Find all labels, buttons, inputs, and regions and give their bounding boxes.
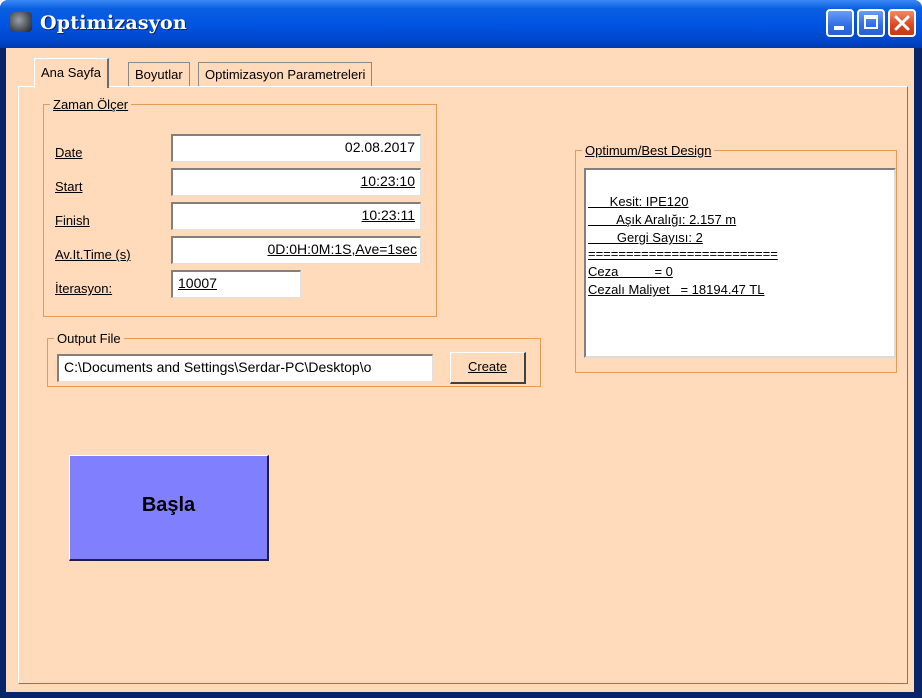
tab-optimizasyon-parametreleri[interactable]: Optimizasyon Parametreleri: [198, 62, 373, 86]
finish-value: 10:23:11: [361, 207, 415, 223]
start-label: Start: [55, 179, 83, 194]
finish-label: Finish: [55, 213, 90, 228]
maximize-icon: [864, 15, 878, 29]
result-line-kesit: Kesit: IPE120: [588, 194, 689, 209]
finish-field[interactable]: 10:23:11: [171, 202, 421, 230]
date-label: Date: [55, 145, 83, 160]
result-line-ceza: Ceza = 0: [588, 264, 673, 279]
result-line-cezali-maliyet: Cezalı Maliyet = 18194.47 TL: [588, 282, 765, 297]
minimize-button[interactable]: [826, 9, 854, 37]
tab-ana-sayfa[interactable]: Ana Sayfa: [34, 58, 109, 88]
result-line-gergi-sayisi: Gergi Sayısı: 2: [588, 230, 703, 245]
av-it-time-value: 0D:0H:0M:1S,Ave=1sec: [267, 241, 417, 257]
maximize-button[interactable]: [857, 9, 885, 37]
minimize-icon: [834, 26, 844, 30]
start-field[interactable]: 10:23:10: [171, 168, 421, 196]
optimum-best-design-group: Optimum/Best Design Kesit: IPE120 Aşık A…: [575, 143, 897, 373]
av-it-time-field[interactable]: 0D:0H:0M:1S,Ave=1sec: [171, 236, 421, 264]
optimum-legend: Optimum/Best Design: [585, 143, 712, 158]
basla-label: Başla: [141, 494, 196, 516]
output-path-field[interactable]: C:\Documents and Settings\Serdar-PC\Desk…: [57, 354, 433, 382]
title-bar[interactable]: Optimizasyon: [0, 0, 922, 48]
client-area: Ana Sayfa Boyutlar Optimizasyon Parametr…: [6, 48, 914, 692]
main-window: Optimizasyon Ana Sayfa Boyutlar Optimiza…: [0, 0, 922, 698]
date-field[interactable]: 02.08.2017: [171, 134, 421, 162]
iterasyon-label: İterasyon:: [55, 281, 113, 296]
result-line-separator: =========================: [588, 246, 778, 261]
output-file-legend: Output File: [57, 331, 121, 346]
tab-panel: Zaman Ölçer Date 02.08.2017 Start 10:23:…: [18, 86, 908, 684]
zaman-olcer-group: Zaman Ölçer Date 02.08.2017 Start 10:23:…: [43, 97, 437, 317]
tab-boyutlar[interactable]: Boyutlar: [128, 62, 190, 86]
iterasyon-value: 10007: [178, 275, 217, 291]
create-button[interactable]: Create: [450, 352, 526, 384]
start-value: 10:23:10: [360, 173, 416, 189]
close-icon: [894, 15, 910, 31]
close-button[interactable]: [888, 9, 916, 37]
window-bottom-border: [0, 692, 922, 698]
iterasyon-field[interactable]: 10007: [171, 270, 301, 298]
zaman-olcer-legend: Zaman Ölçer: [53, 97, 129, 112]
output-file-group: Output File C:\Documents and Settings\Se…: [47, 331, 541, 387]
result-line-asik-araligi: Aşık Aralığı: 2.157 m: [588, 212, 737, 227]
window-title: Optimizasyon: [40, 12, 187, 34]
av-it-time-label: Av.It.Time (s): [55, 247, 131, 262]
create-button-label: Create: [467, 359, 508, 374]
result-textbox[interactable]: Kesit: IPE120 Aşık Aralığı: 2.157 m Gerg…: [584, 168, 896, 358]
basla-button[interactable]: Başla: [69, 455, 269, 561]
app-icon: [10, 12, 32, 32]
